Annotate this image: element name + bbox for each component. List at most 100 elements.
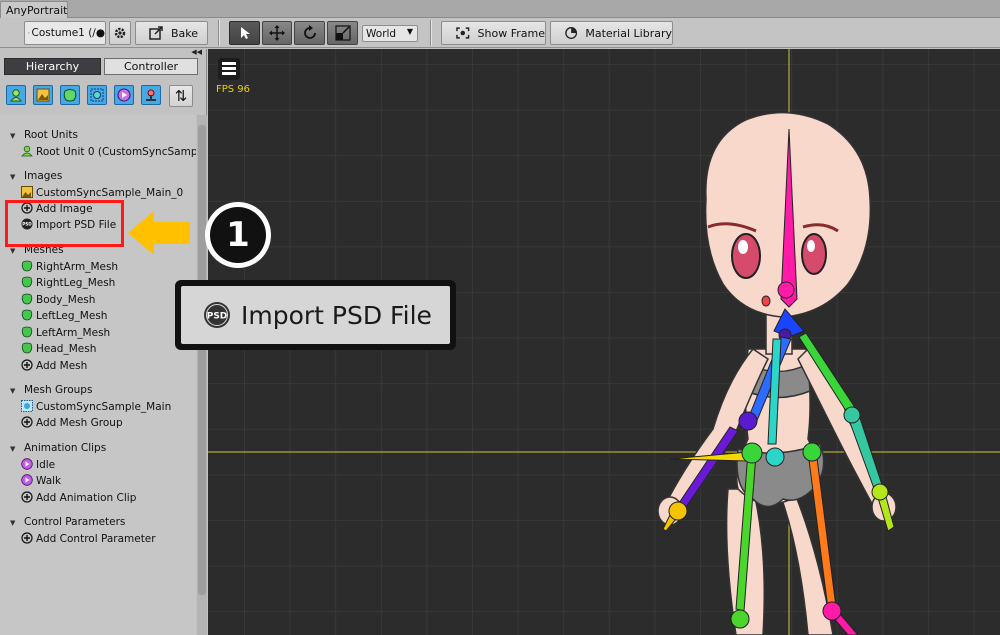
tree-item-label: Root Unit 0 (CustomSyncSample_M (36, 146, 196, 158)
hierarchy-tree: ▼ Root Units Root Unit 0 (CustomSyncSampl… (0, 115, 196, 635)
section-label: Control Parameters (24, 516, 126, 528)
tree-item-label: Add Mesh (36, 360, 88, 372)
tree-item-label: CustomSyncSample_Main_0 (36, 187, 184, 199)
bake-button[interactable]: Bake (135, 21, 208, 45)
space-select[interactable]: World ▼ (362, 25, 418, 42)
callout-text: Import PSD File (241, 300, 432, 330)
tree-item-image-main[interactable]: CustomSyncSample_Main_0 (21, 185, 183, 201)
add-circle-icon (21, 416, 33, 428)
sort-icon: ⇅ (174, 87, 188, 105)
settings-button[interactable] (109, 21, 131, 45)
callout-box: PSD Import PSD File (175, 280, 456, 350)
bone-joint (822, 601, 842, 621)
add-control-parameter-button[interactable]: Add Control Parameter (21, 531, 156, 547)
tree-item-mesh[interactable]: Head_Mesh (21, 341, 96, 357)
expand-triangle-icon: ▼ (10, 173, 16, 181)
material-library-label: Material Library (585, 26, 672, 40)
tree-item-label: LeftArm_Mesh (36, 327, 111, 339)
window-tab-bar: AnyPortrait (0, 0, 1000, 18)
animation-filter-icon (117, 88, 131, 102)
image-icon (21, 186, 33, 198)
mesh-icon (21, 326, 33, 338)
section-header-root-units[interactable]: ▼ Root Units (10, 127, 78, 143)
tree-item-label: RightArm_Mesh (36, 261, 119, 273)
add-circle-icon (21, 359, 33, 371)
tab-hierarchy[interactable]: Hierarchy (4, 58, 101, 75)
expand-triangle-icon: ▼ (10, 445, 16, 453)
rotate-icon (303, 25, 316, 39)
window-tab-anyportrait[interactable]: AnyPortrait (0, 1, 68, 18)
left-eye-shape (731, 233, 761, 279)
tree-item-mesh-group[interactable]: CustomSyncSample_Main (21, 399, 171, 415)
mesh-group-filter-button[interactable] (87, 85, 107, 105)
expand-triangle-icon: ▼ (10, 387, 16, 395)
tree-item-label: Body_Mesh (36, 294, 96, 306)
add-mesh-group-button[interactable]: Add Mesh Group (21, 415, 123, 431)
section-header-control-parameters[interactable]: ▼ Control Parameters (10, 514, 125, 530)
material-library-button[interactable]: Material Library (550, 21, 673, 45)
tree-item-mesh[interactable]: RightLeg_Mesh (21, 275, 115, 291)
animation-clip-icon (21, 474, 33, 486)
add-circle-icon (21, 532, 33, 544)
add-animation-clip-button[interactable]: Add Animation Clip (21, 490, 136, 506)
tab-controller[interactable]: Controller (104, 58, 198, 75)
tree-item-mesh[interactable]: RightArm_Mesh (21, 259, 118, 275)
hierarchy-scrollbar[interactable] (197, 115, 207, 635)
export-icon (149, 26, 163, 40)
root-unit-icon (21, 145, 33, 157)
tree-item-label: Add Animation Clip (36, 492, 137, 504)
mesh-icon (21, 342, 33, 354)
move-tool-button[interactable] (262, 21, 292, 45)
tree-item-mesh[interactable]: LeftLeg_Mesh (21, 308, 107, 324)
section-header-animation-clips[interactable]: ▼ Animation Clips (10, 440, 106, 456)
show-frame-button[interactable]: Show Frame (441, 21, 546, 45)
scale-tool-button[interactable] (327, 21, 358, 45)
tree-item-mesh[interactable]: Body_Mesh (21, 292, 95, 308)
section-label: Root Units (24, 129, 78, 141)
expand-triangle-icon: ▼ (10, 132, 16, 140)
step-badge: 1 (205, 202, 271, 268)
dropdown-arrow-icon: ▼ (406, 27, 413, 36)
section-label: Mesh Groups (24, 384, 93, 396)
mesh-icon (21, 260, 33, 272)
toolbar-separator (218, 20, 220, 46)
tree-item-animation-clip[interactable]: Walk (21, 473, 61, 489)
add-circle-icon (21, 491, 33, 503)
control-param-filter-button[interactable] (141, 85, 161, 105)
rotate-tool-button[interactable] (294, 21, 325, 45)
section-header-mesh-groups[interactable]: ▼ Mesh Groups (10, 382, 92, 398)
prefab-icon (28, 32, 30, 34)
pointer-arrow-icon (128, 211, 190, 255)
image-filter-icon (36, 88, 50, 102)
add-mesh-button[interactable]: Add Mesh (21, 358, 87, 374)
left-eye-highlight (738, 240, 748, 254)
svg-text:PSD: PSD (207, 312, 228, 322)
scrollbar-thumb[interactable] (198, 125, 206, 595)
mesh-icon (21, 276, 33, 288)
tree-item-label: Head_Mesh (36, 343, 97, 355)
animation-filter-button[interactable] (114, 85, 134, 105)
animation-clip-icon (21, 458, 33, 470)
tree-item-animation-clip[interactable]: Idle (21, 457, 55, 473)
mesh-filter-button[interactable] (60, 85, 80, 105)
mesh-group-filter-icon (90, 88, 104, 102)
right-eye-shape (801, 233, 827, 275)
root-unit-filter-icon (10, 89, 22, 102)
tree-item-label: CustomSyncSample_Main (36, 401, 172, 413)
space-select-value: World (366, 27, 397, 40)
mesh-group-icon (21, 400, 33, 412)
image-filter-button[interactable] (33, 85, 53, 105)
bone-joint (730, 609, 750, 629)
sort-button[interactable]: ⇅ (169, 85, 193, 107)
root-unit-filter-button[interactable] (6, 85, 26, 105)
bone-joint (871, 483, 889, 501)
tree-item-label: Add Mesh Group (36, 417, 123, 429)
callout-inner: PSD Import PSD File (181, 286, 450, 344)
costume-select[interactable]: Costume1 (∕● (24, 21, 106, 45)
section-header-images[interactable]: ▼ Images (10, 168, 62, 184)
tree-item-root-unit-0[interactable]: Root Unit 0 (CustomSyncSample_M (21, 144, 196, 160)
collapse-panel-icon[interactable]: ◀◀ (188, 49, 202, 56)
move-icon (269, 25, 285, 41)
select-tool-button[interactable] (229, 21, 260, 45)
tree-item-mesh[interactable]: LeftArm_Mesh (21, 325, 110, 341)
